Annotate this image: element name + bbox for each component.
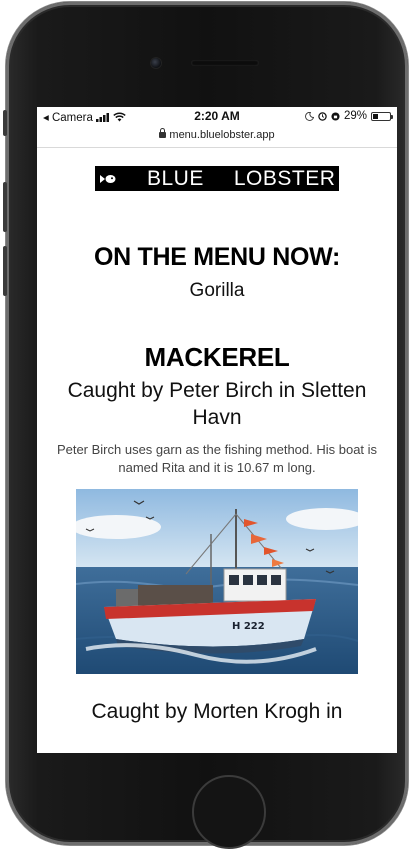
current-menu-item: Gorilla [189,280,245,301]
fish-name: MACKEREL [144,342,290,372]
url-text: menu.bluelobster.app [169,129,275,141]
battery-percent: 29% [343,110,367,122]
next-caught-by-text: Caught by Morten Krogh in [91,700,343,723]
moon-icon [305,111,314,121]
caught-by-text: Caught by Peter Birch in Sletten Havn [67,379,367,429]
orientation-lock-icon [331,111,340,121]
mute-switch [3,110,7,136]
earpiece-speaker [191,60,259,66]
lock-icon [159,128,167,138]
fish-logo-icon [95,174,121,184]
catch-description: Peter Birch uses garn as the fishing met… [56,442,378,475]
status-bar: ◂ Camera 2:20 AM 29% [37,107,397,129]
battery-icon [371,111,393,121]
logo-word-blue: BLUE [147,166,204,190]
logo-word-lobster: LOBSTER [233,166,336,190]
site-logo[interactable]: BLUE LOBSTER [95,166,339,191]
volume-up-button [3,182,7,232]
home-button[interactable] [192,775,266,849]
alarm-icon [318,111,327,121]
boat-registration: H 222 [232,621,265,632]
fishing-boat-photo: H 222 [76,489,358,674]
menu-heading: ON THE MENU NOW: [93,243,341,271]
volume-down-button [3,246,7,296]
front-camera [151,58,161,68]
screen: ◂ Camera 2:20 AM 29% menu.bluelobster.ap… [37,107,397,753]
address-bar[interactable]: menu.bluelobster.app [37,128,397,148]
